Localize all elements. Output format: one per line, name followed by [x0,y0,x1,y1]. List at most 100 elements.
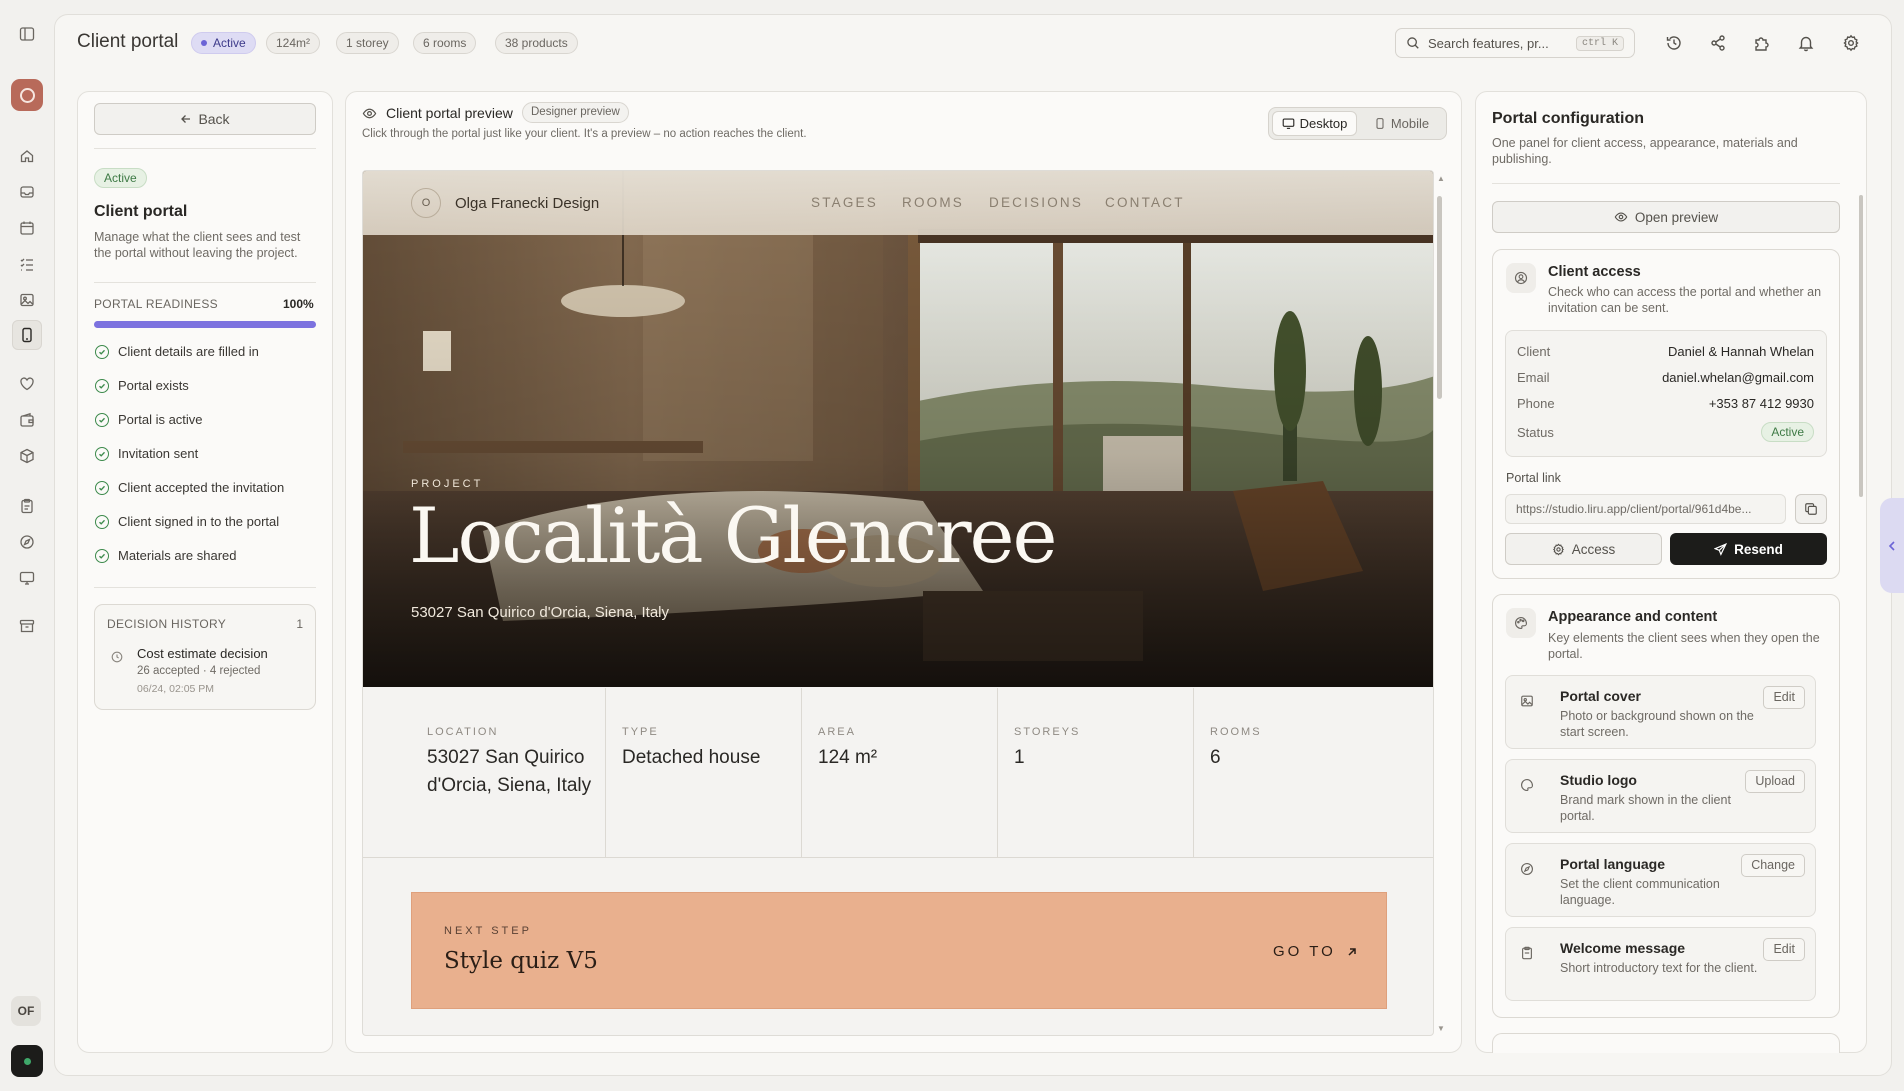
user-icon [1506,263,1536,293]
checklist-item: Invitation sent [95,446,198,461]
portal-cover-item[interactable]: Portal cover Photo or background shown o… [1505,675,1816,749]
change-language-button[interactable]: Change [1741,854,1805,877]
access-label: Access [1571,541,1616,557]
stat-label: LOCATION [427,726,499,738]
search-icon [1407,37,1419,49]
nav-stages[interactable]: STAGES [811,195,878,210]
home-icon[interactable] [15,144,39,168]
divider [94,148,316,149]
config-scrollbar[interactable] [1859,195,1863,497]
checklist-item: Client details are filled in [95,344,259,359]
item-title: Portal language [1560,856,1666,872]
hero-image: PROJECT Località Glencree 53027 San Quir… [363,171,1433,687]
checklist-item: Client accepted the invitation [95,480,284,495]
checklist-icon[interactable] [15,252,39,276]
preview-scrollbar[interactable] [1437,196,1442,399]
client-status-badge: Active [1761,422,1814,442]
next-step-banner[interactable]: NEXT STEP Style quiz V5 GO TO [411,892,1387,1009]
scroll-down-icon[interactable]: ▼ [1437,1024,1445,1033]
decision-item-meta: 26 accepted · 4 rejected [137,665,261,677]
stat-label: STOREYS [1014,726,1081,738]
readiness-progress-bar [94,321,316,328]
sidebar-toggle-icon[interactable] [15,22,39,46]
tab-mobile[interactable]: Mobile [1360,111,1443,136]
inbox-icon[interactable] [15,180,39,204]
checklist-item: Portal is active [95,412,203,427]
image-icon[interactable] [15,288,39,312]
stat-value: 124 m² [818,747,878,768]
phone-icon[interactable] [12,320,42,350]
studio-name[interactable]: Olga Franecki Design [455,195,599,212]
device-toggle[interactable]: Desktop Mobile [1268,107,1447,140]
box-icon[interactable] [15,444,39,468]
back-button[interactable]: Back [94,103,316,135]
designer-preview-tag: Designer preview [522,102,629,123]
next-step-label: NEXT STEP [444,925,532,937]
share-icon[interactable] [1707,32,1729,54]
scroll-up-icon[interactable]: ▲ [1437,174,1445,183]
access-button[interactable]: Access [1505,533,1662,565]
hero-kicker: PROJECT [411,478,484,490]
preview-subtitle: Click through the portal just like your … [362,128,807,140]
go-to-link[interactable]: GO TO [1273,943,1358,960]
stat-area: AREA 124 m² [802,688,998,858]
puzzle-icon[interactable] [1751,32,1773,54]
clipboard-icon [1520,946,1534,960]
archive-icon[interactable] [15,614,39,638]
item-description: Short introductory text for the client. [1560,961,1758,975]
client-access-description: Check who can access the portal and whet… [1548,285,1822,315]
heart-icon[interactable] [15,372,39,396]
chip-storey: 1 storey [336,32,399,54]
studio-logo[interactable]: O [411,188,441,218]
open-preview-button[interactable]: Open preview [1492,201,1840,233]
stat-storeys: STOREYS 1 [998,688,1194,858]
calendar-icon[interactable] [15,216,39,240]
history-icon[interactable] [1663,32,1685,54]
item-description: Set the client communication language. [1560,877,1720,907]
item-title: Studio logo [1560,772,1637,788]
compass-icon[interactable] [15,530,39,554]
wallet-icon[interactable] [15,408,39,432]
eye-icon [362,106,377,121]
monitor-icon[interactable] [15,566,39,590]
config-description: One panel for client access, appearance,… [1492,136,1798,166]
portal-link-field[interactable]: https://studio.liru.app/client/portal/96… [1505,494,1786,524]
brand-logo[interactable] [11,79,43,111]
upload-logo-button[interactable]: Upload [1745,770,1805,793]
welcome-message-item[interactable]: Welcome message Short introductory text … [1505,927,1816,1001]
nav-rooms[interactable]: ROOMS [902,195,964,210]
nav-decisions[interactable]: DECISIONS [989,195,1083,210]
search-input[interactable]: Search features, pr... ctrl K [1395,28,1635,58]
bell-icon[interactable] [1795,32,1817,54]
copy-link-button[interactable] [1795,494,1827,524]
preview-title: Client portal preview [386,105,513,121]
chip-area: 124m² [266,32,321,54]
avatar[interactable]: OF [11,996,41,1026]
edit-cover-button[interactable]: Edit [1763,686,1805,709]
decision-history-card[interactable]: DECISION HISTORY 1 Cost estimate decisio… [94,604,316,710]
collapse-panel-handle[interactable] [1880,498,1904,593]
stat-rooms: ROOMS 6 [1194,688,1433,858]
edit-welcome-button[interactable]: Edit [1763,938,1805,961]
decision-item-time: 06/24, 02:05 PM [137,683,215,695]
check-circle-icon [95,480,109,495]
portal-language-item[interactable]: Portal language Set the client communica… [1505,843,1816,917]
chevron-left-icon [1888,540,1895,551]
row-key: Client [1517,344,1551,359]
checklist-label: Portal is active [118,412,203,427]
settings-icon[interactable] [1840,32,1862,54]
stat-value: 6 [1210,747,1221,768]
portal-viewport[interactable]: PROJECT Località Glencree 53027 San Quir… [362,170,1434,1036]
nav-contact[interactable]: CONTACT [1105,195,1185,210]
tab-desktop[interactable]: Desktop [1272,111,1357,136]
resend-button[interactable]: Resend [1670,533,1827,565]
check-circle-icon [95,514,109,529]
left-description: Manage what the client sees and test the… [94,230,301,260]
appearance-title: Appearance and content [1548,609,1718,625]
clipboard-icon[interactable] [15,494,39,518]
check-circle-icon [95,446,109,461]
stat-type: TYPE Detached house [606,688,802,858]
divider [1492,183,1840,184]
status-indicator[interactable] [11,1045,43,1077]
studio-logo-item[interactable]: Studio logo Brand mark shown in the clie… [1505,759,1816,833]
